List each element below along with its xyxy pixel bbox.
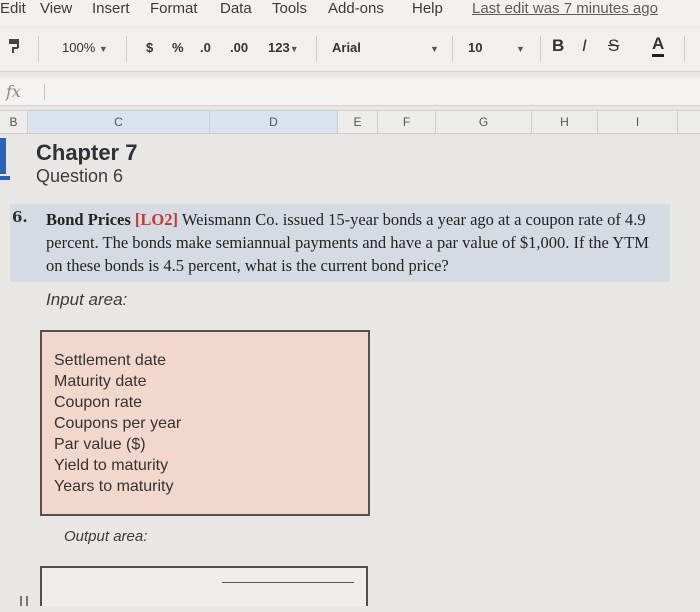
toolbar-divider [684, 36, 685, 62]
output-divider [222, 582, 354, 583]
text-color-button[interactable]: A [652, 34, 665, 57]
input-list: Settlement date Maturity date Coupon rat… [54, 350, 181, 497]
menu-edit[interactable]: Edit [0, 0, 26, 17]
increase-decimal-button[interactable]: .00 [230, 40, 248, 55]
font-family-value: Arial [332, 40, 361, 55]
input-settlement-date[interactable]: Settlement date [54, 350, 181, 371]
more-formats-button[interactable]: 123▼ [268, 40, 299, 55]
italic-button[interactable]: I [582, 36, 587, 56]
input-coupons-per-year[interactable]: Coupons per year [54, 413, 181, 434]
toolbar-divider [126, 36, 127, 62]
selected-row-indicator [0, 138, 6, 174]
output-area-label[interactable]: Output area: [64, 528, 147, 545]
zoom-select[interactable]: 100% ▼ [62, 40, 108, 55]
column-header-f[interactable]: F [378, 111, 436, 133]
toolbar: 100% ▼ $ % .0 .00 123▼ Arial ▼ 10 ▼ B I … [0, 28, 700, 72]
formula-divider [44, 84, 45, 100]
selection-handle[interactable] [0, 176, 10, 180]
chevron-down-icon: ▼ [289, 44, 299, 54]
problem-text: Bond Prices [LO2] Weismann Co. issued 15… [46, 208, 666, 277]
more-formats-label: 123 [268, 40, 290, 55]
strikethrough-button[interactable]: S [608, 36, 619, 56]
menu-data[interactable]: Data [220, 0, 252, 17]
chevron-down-icon: ▼ [516, 44, 525, 54]
sheet-list-icon[interactable] [20, 596, 28, 606]
learning-objective: [LO2] [134, 210, 179, 229]
column-header-c[interactable]: C [28, 111, 210, 133]
menu-tools[interactable]: Tools [272, 0, 307, 17]
menu-format[interactable]: Format [150, 0, 198, 17]
column-header-b[interactable]: B [0, 111, 28, 133]
input-maturity-date[interactable]: Maturity date [54, 371, 181, 392]
zoom-value: 100% [62, 40, 96, 55]
input-area-label[interactable]: Input area: [46, 290, 127, 310]
chevron-down-icon: ▼ [430, 44, 439, 54]
bold-button[interactable]: B [552, 36, 564, 56]
font-family-select[interactable]: Arial ▼ [326, 34, 446, 64]
decrease-decimal-button[interactable]: .0 [200, 40, 211, 55]
column-header-h[interactable]: H [532, 111, 598, 133]
column-header-row: B C D E F G H I [0, 110, 700, 134]
question-title[interactable]: Question 6 [36, 166, 123, 187]
chapter-title[interactable]: Chapter 7 [36, 140, 137, 166]
toolbar-divider [452, 36, 453, 62]
menu-help[interactable]: Help [412, 0, 443, 17]
menu-insert[interactable]: Insert [92, 0, 130, 17]
input-area[interactable]: Settlement date Maturity date Coupon rat… [40, 330, 370, 516]
input-par-value[interactable]: Par value ($) [54, 434, 181, 455]
font-size-select[interactable]: 10 ▼ [462, 34, 532, 64]
formula-bar[interactable]: fx [0, 78, 700, 106]
problem-statement[interactable]: 6. Bond Prices [LO2] Weismann Co. issued… [10, 204, 670, 282]
fx-icon: fx [6, 82, 21, 101]
column-header-g[interactable]: G [436, 111, 532, 133]
toolbar-divider [38, 36, 39, 62]
toolbar-divider [316, 36, 317, 62]
problem-number: 6. [12, 208, 28, 226]
column-header-e[interactable]: E [338, 111, 378, 133]
toolbar-divider [540, 36, 541, 62]
column-header-i[interactable]: I [598, 111, 678, 133]
font-size-value: 10 [468, 40, 483, 55]
column-header-d[interactable]: D [210, 111, 338, 133]
input-yield-to-maturity[interactable]: Yield to maturity [54, 455, 181, 476]
menu-addons[interactable]: Add-ons [328, 0, 384, 17]
problem-title: Bond Prices [46, 210, 131, 229]
input-years-to-maturity[interactable]: Years to maturity [54, 476, 181, 497]
menu-view[interactable]: View [40, 0, 72, 17]
input-coupon-rate[interactable]: Coupon rate [54, 392, 181, 413]
menu-bar: Edit View Insert Format Data Tools Add-o… [0, 0, 700, 26]
paint-format-icon[interactable] [8, 38, 22, 57]
currency-button[interactable]: $ [146, 40, 153, 55]
percent-button[interactable]: % [172, 40, 184, 55]
output-area[interactable] [40, 566, 368, 606]
chevron-down-icon: ▼ [98, 44, 108, 54]
last-edit-link[interactable]: Last edit was 7 minutes ago [472, 0, 658, 17]
